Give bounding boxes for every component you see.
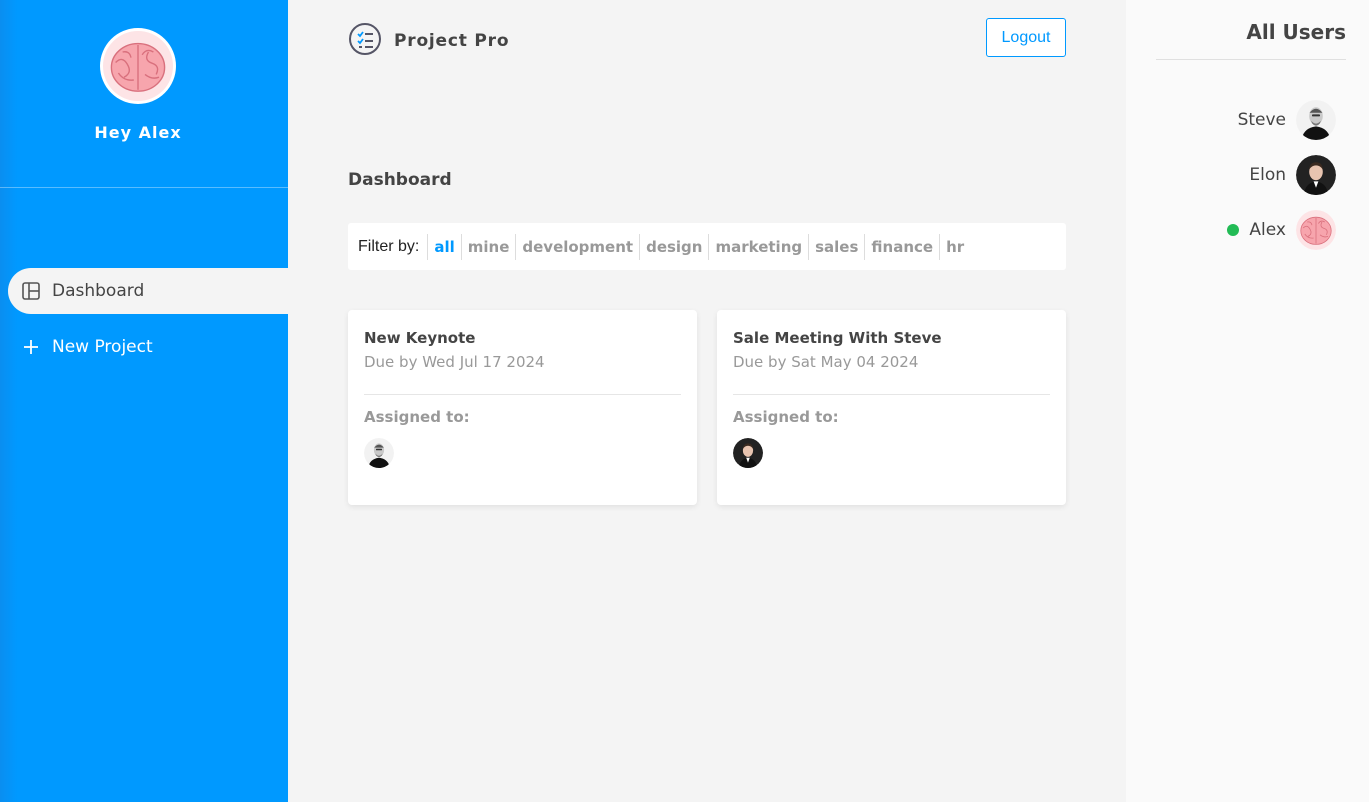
brand-name: Project Pro	[394, 31, 510, 51]
filter-finance[interactable]: finance	[864, 233, 939, 260]
user-item: Elon	[1249, 155, 1336, 195]
assignee-avatar	[733, 438, 763, 468]
user-name: Elon	[1249, 165, 1286, 185]
users-panel-title: All Users	[1246, 20, 1346, 44]
user-avatar	[1296, 210, 1336, 250]
user-item: Steve	[1238, 100, 1336, 140]
filter-development[interactable]: development	[515, 233, 639, 260]
checklist-icon	[348, 22, 382, 60]
user-avatar	[1296, 100, 1336, 140]
user-item: Alex	[1227, 210, 1336, 250]
assignee-avatar	[364, 438, 394, 468]
sidebar: Hey Alex Dashboard New Project	[0, 0, 288, 802]
filter-marketing[interactable]: marketing	[708, 233, 808, 260]
filter-sales[interactable]: sales	[808, 233, 864, 260]
project-card[interactable]: New Keynote Due by Wed Jul 17 2024 Assig…	[348, 310, 697, 505]
filter-label: Filter by:	[358, 237, 420, 255]
sidebar-item-label: New Project	[52, 337, 153, 357]
sidebar-item-dashboard[interactable]: Dashboard	[8, 268, 288, 314]
greeting: Hey Alex	[94, 123, 182, 142]
card-divider	[733, 394, 1050, 395]
filter-hr[interactable]: hr	[939, 233, 970, 260]
sidebar-divider	[0, 187, 288, 188]
brand: Project Pro	[348, 22, 509, 60]
sidebar-item-new-project[interactable]: New Project	[8, 324, 288, 370]
sidebar-item-label: Dashboard	[52, 281, 145, 301]
card-divider	[364, 394, 681, 395]
user-name: Alex	[1249, 220, 1286, 240]
logout-button[interactable]: Logout	[986, 18, 1066, 57]
users-panel: All Users Steve Elon Alex	[1126, 0, 1369, 802]
project-due-date: Due by Wed Jul 17 2024	[364, 353, 545, 371]
user-name: Steve	[1237, 110, 1286, 130]
project-title: New Keynote	[364, 329, 476, 347]
page-title: Dashboard	[348, 170, 452, 190]
users-panel-divider	[1156, 59, 1346, 60]
current-user-avatar	[100, 28, 176, 104]
online-status-dot	[1227, 224, 1240, 236]
plus-icon	[21, 337, 41, 357]
project-card[interactable]: Sale Meeting With Steve Due by Sat May 0…	[717, 310, 1066, 505]
project-title: Sale Meeting With Steve	[733, 329, 942, 347]
filter-bar: Filter by: all mine development design m…	[348, 223, 1066, 270]
assigned-label: Assigned to:	[733, 408, 839, 426]
user-avatar	[1296, 155, 1336, 195]
filter-all[interactable]: all	[427, 233, 460, 260]
project-due-date: Due by Sat May 04 2024	[733, 353, 919, 371]
filter-design[interactable]: design	[639, 233, 708, 260]
assigned-label: Assigned to:	[364, 408, 470, 426]
dashboard-icon	[21, 281, 41, 301]
filter-mine[interactable]: mine	[460, 233, 516, 260]
